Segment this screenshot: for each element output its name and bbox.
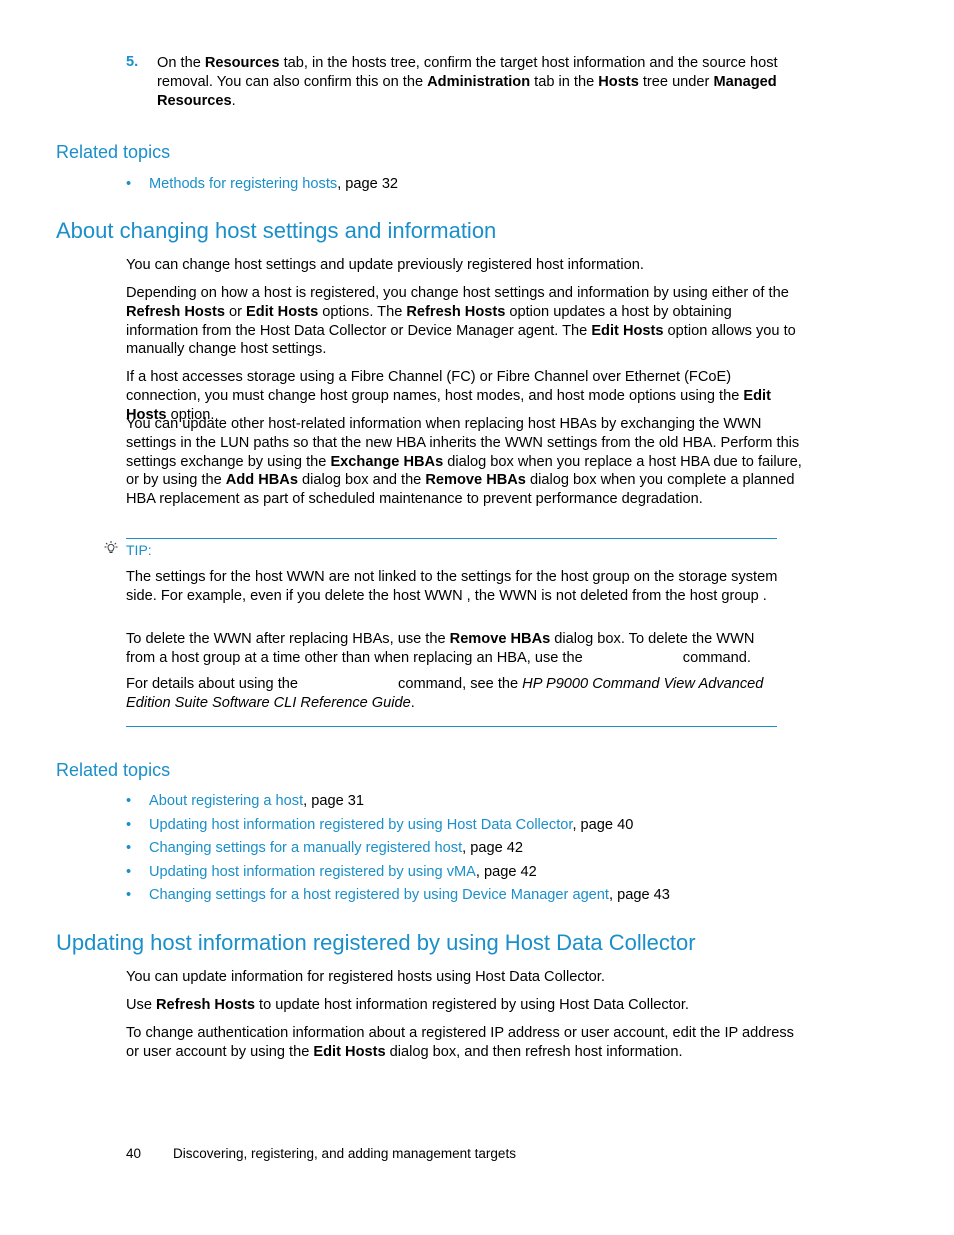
paragraph: To change authentication information abo… [126,1025,794,1060]
tip-bottom-rule [126,726,777,727]
page-number: 40 [126,1146,142,1161]
bullet-icon: • [126,176,132,192]
related-topics-list: • About registering a host, page 31 • Upda… [126,791,670,909]
related-link[interactable]: Changing settings for a host registered … [149,887,609,903]
tip-paragraph: To delete the WWN after replacing HBAs, … [126,631,755,666]
related-topics-list: • Methods for registering hosts, page 32 [126,174,398,198]
list-item: • Methods for registering hosts, page 32 [126,176,399,192]
bullet-icon: • [126,816,132,833]
list-item: • About registering a host, page 31 [126,793,365,809]
related-link[interactable]: Updating host information registered by … [149,817,572,833]
paragraph: You can update information for registere… [126,969,605,985]
section-title: Updating host information registered by … [56,930,696,955]
related-link[interactable]: Changing settings for a manually registe… [149,840,462,856]
tip-paragraph: The settings for the host WWN are not li… [126,569,778,604]
step-5-text: On the Resources tab, in the hosts tree,… [157,55,778,109]
list-item: • Changing settings for a manually regist… [126,840,524,856]
bullet-icon: • [126,863,132,880]
step-number: 5. [126,54,139,70]
related-topics-heading: Related topics [56,142,171,162]
list-item: • Updating host information registered by… [126,863,537,880]
lightbulb-icon [102,540,120,558]
tip-top-rule [126,538,777,539]
tip-label: TIP: [126,542,152,558]
chapter-title: Discovering, registering, and adding man… [173,1146,516,1161]
paragraph: Depending on how a host is registered, y… [126,285,796,358]
list-item: • Changing settings for a host registered… [126,887,670,903]
paragraph: You can change host settings and update … [126,257,644,273]
paragraph: You can update other host-related inform… [126,416,802,508]
list-item: • Updating host information registered by… [126,816,634,833]
bullet-icon: • [126,840,132,856]
paragraph: Use Refresh Hosts to update host informa… [126,997,689,1013]
tip-paragraph: For details about using the command, see… [126,676,764,711]
section-title: About changing host settings and informa… [56,218,497,243]
related-link[interactable]: Methods for registering hosts [149,176,337,192]
related-topics-heading: Related topics [56,760,171,780]
related-link[interactable]: About registering a host [149,793,303,809]
bullet-icon: • [126,887,132,903]
related-link[interactable]: Updating host information registered by … [149,864,476,880]
bullet-icon: • [126,793,132,809]
